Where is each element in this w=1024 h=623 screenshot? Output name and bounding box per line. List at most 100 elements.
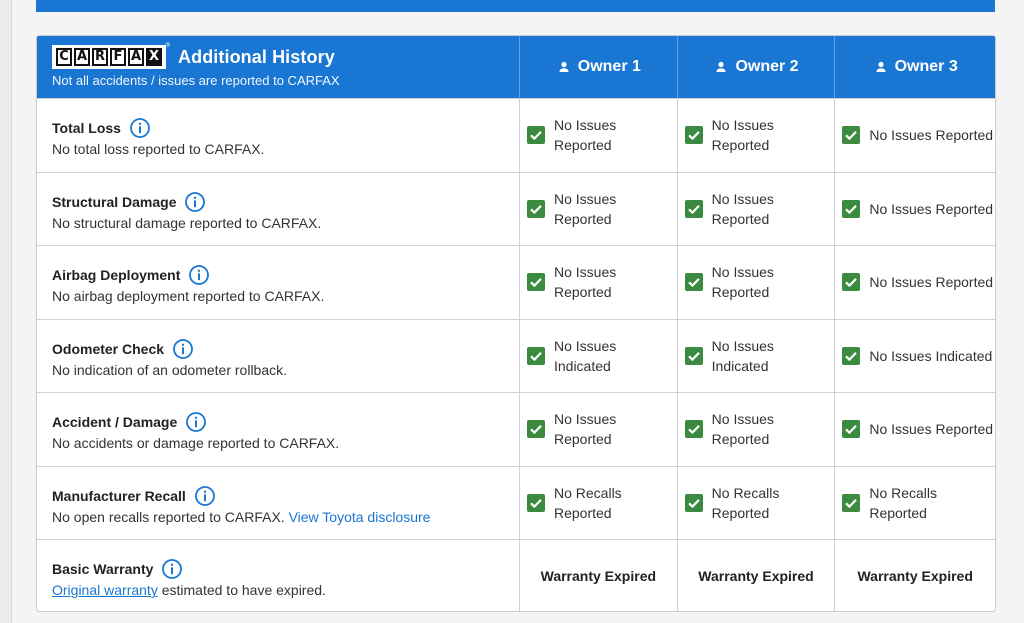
top-banner-bar	[36, 0, 995, 12]
status-cell: No Issues Reported	[835, 99, 995, 172]
row-title: Airbag Deployment	[52, 267, 181, 283]
carfax-logo: C A R F A X ®	[52, 43, 170, 69]
owner-3-column-header[interactable]: Owner 3	[835, 36, 995, 98]
info-icon[interactable]	[188, 264, 210, 286]
history-row-structural-damage: Structural Damage No structural damage r…	[37, 171, 995, 246]
status-text: No Issues Reported	[869, 421, 994, 438]
status-cell: No Issues Reported	[678, 393, 836, 466]
original-warranty-link[interactable]: Original warranty	[52, 582, 158, 598]
status-text: No Recalls Reported	[869, 484, 938, 521]
section-subtitle: Not all accidents / issues are reported …	[52, 73, 340, 88]
checkbox-checked-icon	[842, 420, 861, 439]
header-title-cell: C A R F A X ® Additional History Not all…	[37, 36, 520, 98]
status-cell: No Issues Reported	[835, 246, 995, 319]
checkbox-checked-icon	[684, 273, 703, 292]
row-title: Accident / Damage	[52, 414, 178, 430]
row-title: Basic Warranty	[52, 561, 154, 577]
history-row-manufacturer-recall: Manufacturer Recall No open recalls repo…	[37, 465, 995, 540]
history-row-airbag-deployment: Airbag Deployment No airbag deployment r…	[37, 245, 995, 319]
history-row-accident-damage: Accident / Damage No accidents or damage…	[37, 392, 995, 466]
status-cell: No Issues Reported	[520, 172, 678, 245]
checkbox-checked-icon	[684, 346, 703, 365]
checkbox-checked-icon	[684, 199, 703, 218]
status-cell: No Issues Reported	[520, 246, 678, 319]
status-text: No Recalls Reported	[711, 484, 780, 521]
status-cell: No Issues Reported	[678, 172, 836, 245]
status-cell: No Issues Indicated	[520, 319, 678, 392]
status-text: No Issues Reported	[553, 190, 617, 227]
status-text: No Issues Reported	[711, 117, 774, 154]
row-description: No open recalls reported to CARFAX. View…	[52, 508, 431, 525]
status-text: No Issues Reported	[869, 274, 994, 291]
owner-1-column-header[interactable]: Owner 1	[520, 36, 678, 98]
status-text: No Issues Indicated	[711, 337, 774, 374]
row-title: Structural Damage	[52, 193, 177, 210]
row-description: No airbag deployment reported to CARFAX.	[52, 288, 325, 304]
info-icon[interactable]	[194, 485, 216, 507]
checkbox-checked-icon	[842, 346, 861, 365]
status-text: No Recalls Reported	[553, 484, 622, 521]
status-cell: No Recalls Reported	[520, 466, 678, 539]
info-icon[interactable]	[129, 117, 151, 139]
status-text: No Issues Reported	[711, 411, 774, 448]
row-title: Total Loss	[52, 120, 121, 136]
checkbox-checked-icon	[526, 346, 545, 365]
info-icon[interactable]	[184, 191, 206, 213]
status-text: No Issues Indicated	[553, 337, 617, 374]
owner-label: Owner 3	[894, 58, 958, 75]
status-text: No Issues Reported	[553, 264, 617, 301]
checkbox-checked-icon	[684, 493, 703, 512]
history-row-odometer-check: Odometer Check No indication of an odome…	[37, 318, 995, 393]
checkbox-checked-icon	[526, 273, 545, 292]
warranty-status-cell: Warranty Expired	[857, 568, 973, 585]
person-icon	[556, 59, 572, 75]
status-cell: No Issues Reported	[520, 99, 678, 172]
checkbox-checked-icon	[684, 420, 703, 439]
row-title: Odometer Check	[52, 340, 165, 357]
section-title: Additional History	[178, 46, 335, 67]
status-text: No Issues Reported	[553, 117, 617, 154]
info-icon[interactable]	[161, 558, 183, 580]
additional-history-panel: C A R F A X ® Additional History Not all…	[36, 35, 996, 612]
person-icon	[873, 59, 889, 75]
checkbox-checked-icon	[842, 126, 861, 145]
row-title: Manufacturer Recall	[52, 487, 186, 504]
table-header: C A R F A X ® Additional History Not all…	[37, 36, 995, 98]
checkbox-checked-icon	[684, 126, 703, 145]
person-icon	[713, 59, 729, 75]
info-icon[interactable]	[172, 338, 194, 360]
checkbox-checked-icon	[842, 199, 861, 218]
checkbox-checked-icon	[842, 493, 861, 512]
checkbox-checked-icon	[842, 273, 861, 292]
status-text: No Issues Reported	[711, 190, 774, 227]
warranty-status-cell: Warranty Expired	[520, 540, 678, 611]
status-text: No Issues Reported	[869, 200, 994, 217]
owner-2-column-header[interactable]: Owner 2	[678, 36, 836, 98]
status-text: No Issues Reported	[553, 411, 617, 448]
history-row-basic-warranty: Basic Warranty Original warranty estimat…	[37, 539, 995, 611]
status-text: No Issues Indicated	[869, 347, 993, 364]
view-toyota-disclosure-link[interactable]: View Toyota disclosure	[289, 509, 431, 525]
row-description: No accidents or damage reported to CARFA…	[52, 435, 340, 451]
status-cell: No Issues Reported	[520, 393, 678, 466]
status-cell: No Issues Indicated	[835, 320, 995, 393]
status-cell: No Issues Reported	[835, 393, 995, 466]
row-description: Original warranty estimated to have expi…	[52, 582, 326, 598]
checkbox-checked-icon	[526, 493, 545, 512]
status-cell: No Issues Indicated	[678, 319, 836, 392]
status-cell: No Issues Reported	[678, 99, 836, 172]
checkbox-checked-icon	[526, 126, 545, 145]
checkbox-checked-icon	[526, 420, 545, 439]
status-cell: No Issues Reported	[835, 173, 995, 246]
status-text: No Issues Reported	[711, 264, 774, 301]
status-cell: No Recalls Reported	[678, 466, 836, 539]
owner-label: Owner 1	[577, 58, 641, 75]
info-icon[interactable]	[185, 411, 207, 433]
status-cell: No Recalls Reported	[835, 467, 995, 540]
row-description: No structural damage reported to CARFAX.	[52, 214, 322, 231]
owner-label: Owner 2	[735, 58, 799, 75]
row-description: No total loss reported to CARFAX.	[52, 141, 265, 157]
checkbox-checked-icon	[526, 199, 545, 218]
history-row-total-loss: Total Loss No total loss reported to CAR…	[37, 98, 995, 172]
warranty-status-cell: Warranty Expired	[678, 540, 836, 611]
